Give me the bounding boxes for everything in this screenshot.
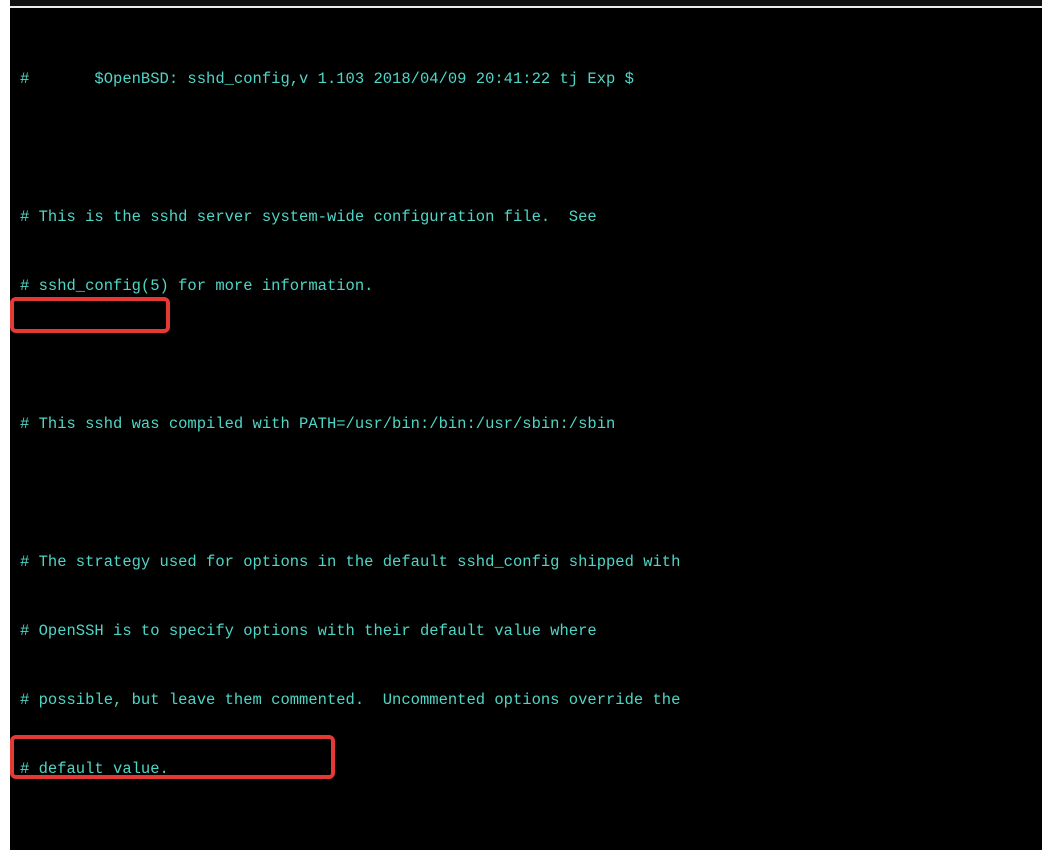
- config-line: # This sshd was compiled with PATH=/usr/…: [20, 413, 1042, 436]
- blank-line: [20, 344, 1042, 367]
- config-line: # OpenSSH is to specify options with the…: [20, 620, 1042, 643]
- config-line: # The strategy used for options in the d…: [20, 551, 1042, 574]
- config-line: # default value.: [20, 758, 1042, 781]
- blank-line: [20, 137, 1042, 160]
- blank-line: [20, 827, 1042, 850]
- config-line: # $OpenBSD: sshd_config,v 1.103 2018/04/…: [20, 68, 1042, 91]
- window-title-strip: [10, 0, 1042, 8]
- left-margin: [0, 0, 10, 850]
- config-line: # possible, but leave them commented. Un…: [20, 689, 1042, 712]
- screenshot-page: # $OpenBSD: sshd_config,v 1.103 2018/04/…: [0, 0, 1042, 850]
- blank-line: [20, 482, 1042, 505]
- config-line: # This is the sshd server system-wide co…: [20, 206, 1042, 229]
- config-line: # sshd_config(5) for more information.: [20, 275, 1042, 298]
- terminal-editor[interactable]: # $OpenBSD: sshd_config,v 1.103 2018/04/…: [10, 8, 1042, 850]
